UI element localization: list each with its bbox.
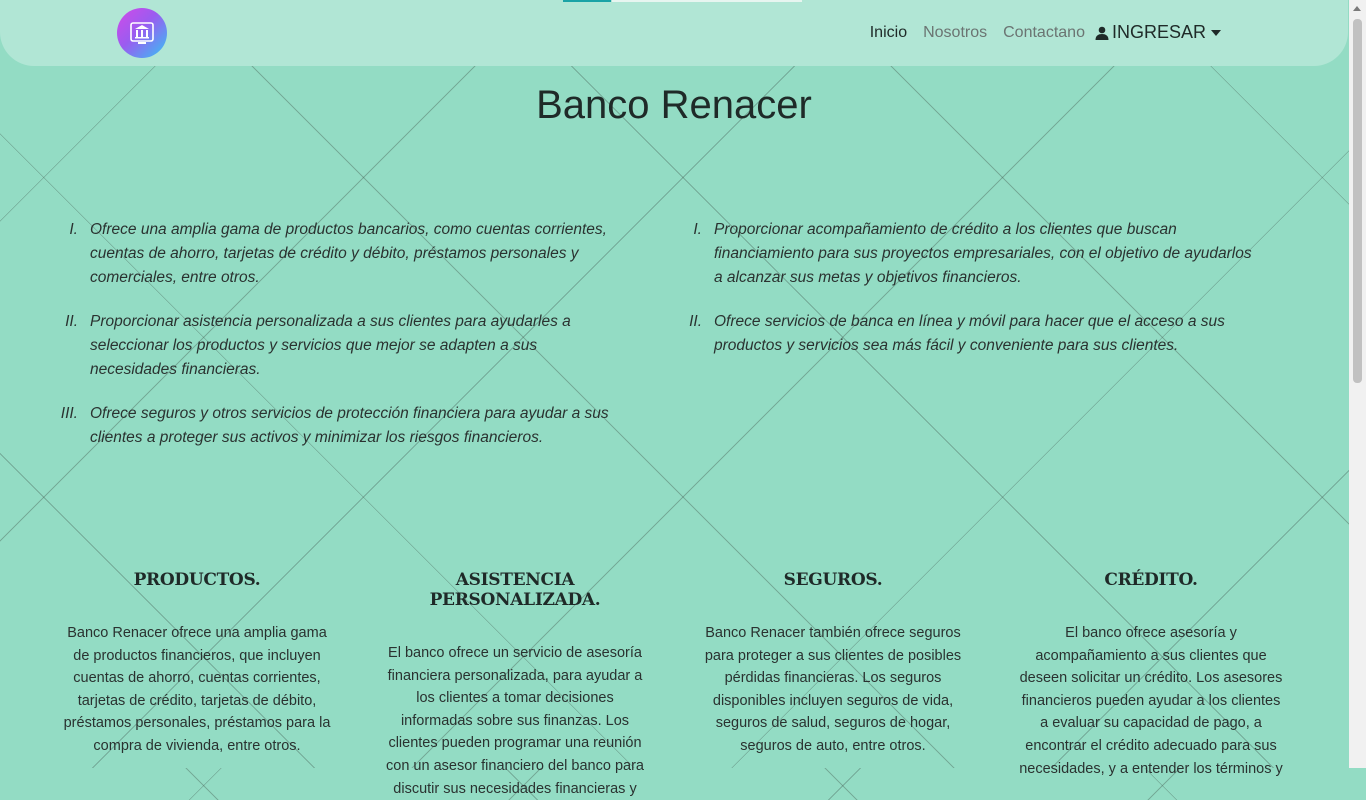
- list-item-number: I.: [693, 221, 702, 238]
- list-item-number: I.: [69, 221, 78, 238]
- feature-heading: PRODUCTOS.: [133, 570, 261, 590]
- feature-text: Banco Renacer también ofrece seguros par…: [704, 625, 962, 754]
- list-item-text: Proporcionar acompañamiento de crédito a…: [714, 221, 1252, 286]
- list-item: I. Proporcionar acompañamiento de crédito…: [684, 218, 1254, 290]
- list-item-text: Ofrece seguros y otros servicios de prot…: [90, 405, 609, 446]
- nav-link-nosotros[interactable]: Nosotros: [923, 24, 987, 42]
- nav-accent-line: [563, 0, 611, 2]
- feature-text: Banco Renacer ofrece una amplia gama de …: [63, 625, 331, 754]
- user-icon: [1095, 26, 1109, 40]
- list-item: I. Ofrece una amplia gama de productos ba…: [60, 218, 620, 290]
- feature-seguros: SEGUROS. Banco Renacer también ofrece se…: [698, 570, 968, 758]
- scrollbar-thumb[interactable]: [1353, 19, 1362, 383]
- list-item-text: Ofrece una amplia gama de productos banc…: [90, 221, 607, 286]
- nav-links: Inicio Nosotros Contactano INGRESAR: [870, 22, 1221, 43]
- list-item: III. Ofrece seguros y otros servicios de …: [60, 402, 620, 450]
- list-item-text: Proporcionar asistencia personalizada a …: [90, 313, 571, 378]
- list-item-text: Ofrece servicios de banca en línea y móv…: [714, 313, 1225, 354]
- feature-heading: ASISTENCIA PERSONALIZADA.: [429, 570, 601, 610]
- ingresar-label: INGRESAR: [1111, 22, 1206, 42]
- feature-asistencia: ASISTENCIA PERSONALIZADA. El banco ofrec…: [380, 570, 650, 800]
- chevron-down-icon: [1211, 29, 1221, 36]
- nav-accent-line-light: [612, 0, 802, 2]
- page-title: Banco Renacer: [536, 83, 812, 127]
- list-item-number: III.: [60, 405, 78, 422]
- nav-link-inicio[interactable]: Inicio: [870, 24, 907, 42]
- list-item: II. Proporcionar asistencia personalizada…: [60, 310, 620, 382]
- list-item-number: II.: [65, 313, 78, 330]
- services-list-left: I. Ofrece una amplia gama de productos ba…: [60, 218, 620, 470]
- ingresar-dropdown[interactable]: INGRESAR: [1095, 22, 1221, 43]
- bank-building-icon: [130, 22, 154, 44]
- list-item: II. Ofrece servicios de banca en línea y …: [684, 310, 1254, 358]
- navbar: Inicio Nosotros Contactano INGRESAR: [0, 0, 1348, 66]
- feature-heading: CRÉDITO.: [1104, 570, 1198, 590]
- feature-text: El banco ofrece asesoría y acompañamient…: [1019, 625, 1283, 777]
- nav-link-contactano[interactable]: Contactano: [1003, 24, 1085, 42]
- page-scrollbar[interactable]: [1349, 0, 1366, 768]
- services-list-right: I. Proporcionar acompañamiento de crédito…: [684, 218, 1254, 378]
- feature-credito: CRÉDITO. El banco ofrece asesoría y acom…: [1016, 570, 1286, 780]
- feature-heading: SEGUROS.: [783, 570, 883, 590]
- bank-logo[interactable]: [117, 8, 167, 58]
- list-item-number: II.: [689, 313, 702, 330]
- feature-text: El banco ofrece un servicio de asesoría …: [386, 645, 644, 797]
- feature-productos: PRODUCTOS. Banco Renacer ofrece una ampl…: [62, 570, 332, 758]
- scroll-up-arrow-icon[interactable]: [1353, 6, 1361, 11]
